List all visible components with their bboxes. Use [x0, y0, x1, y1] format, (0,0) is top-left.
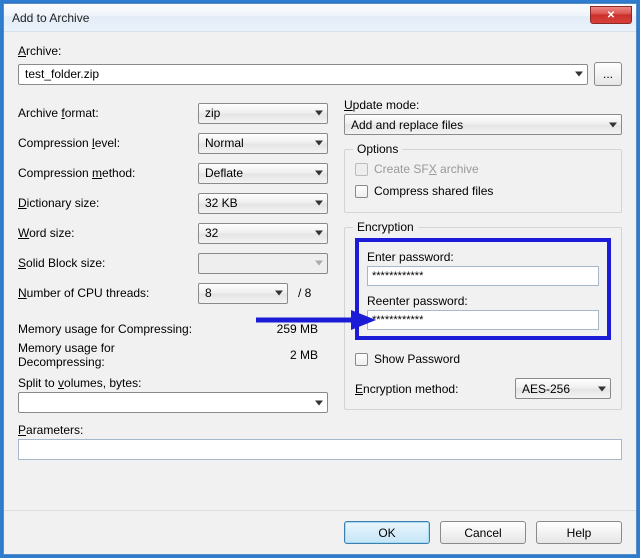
archive-label: Archive:	[18, 44, 61, 58]
chevron-down-icon	[315, 171, 323, 176]
help-button[interactable]: Help	[536, 521, 622, 544]
left-column: Archive format: zip Compression level: N…	[18, 98, 328, 413]
dropdown-update-mode[interactable]: Add and replace files	[344, 114, 622, 135]
encryption-highlight: Enter password: Reenter password:	[355, 238, 611, 340]
chevron-down-icon	[315, 231, 323, 236]
dialog-window: Add to Archive ✕ Archive: test_folder.zi…	[3, 3, 637, 555]
label-enter-password: Enter password:	[367, 250, 599, 264]
chevron-down-icon	[315, 141, 323, 146]
close-button[interactable]: ✕	[590, 6, 632, 24]
row-update-mode: Update mode: Add and replace files	[344, 98, 622, 135]
row-cpu-threads: Number of CPU threads: 8 / 8	[18, 278, 328, 308]
label-solid-block-size: Solid Block size:	[18, 256, 198, 270]
input-parameters[interactable]	[18, 439, 622, 460]
label-sfx: Create SFX archive	[374, 162, 479, 176]
row-word-size: Word size: 32	[18, 218, 328, 248]
label-mem-compress: Memory usage for Compressing:	[18, 322, 192, 336]
checkbox-show-password[interactable]	[355, 353, 368, 366]
browse-label: ...	[603, 67, 613, 81]
label-split-volumes: Split to volumes, bytes:	[18, 376, 141, 390]
right-column: Update mode: Add and replace files Optio…	[344, 98, 622, 413]
row-mem-compress: Memory usage for Compressing: 259 MB	[18, 316, 328, 342]
label-show-password: Show Password	[374, 352, 460, 366]
row-compression-method: Compression method: Deflate	[18, 158, 328, 188]
label-archive-format: Archive format:	[18, 106, 198, 120]
input-enter-password[interactable]	[367, 266, 599, 286]
label-compression-level: Compression level:	[18, 136, 198, 150]
groupbox-encryption: Encryption Enter password: Reenter passw…	[344, 227, 622, 410]
dropdown-solid-block-size	[198, 253, 328, 274]
chevron-down-icon	[315, 201, 323, 206]
dropdown-compression-level[interactable]: Normal	[198, 133, 328, 154]
dropdown-cpu-threads[interactable]: 8	[198, 283, 288, 304]
label-parameters: Parameters:	[18, 423, 83, 437]
dropdown-dictionary-size[interactable]: 32 KB	[198, 193, 328, 214]
value-mem-decompress: 2 MB	[201, 348, 328, 362]
checkbox-row-sfx: Create SFX archive	[355, 158, 611, 180]
dropdown-archive-format[interactable]: zip	[198, 103, 328, 124]
row-archive-format: Archive format: zip	[18, 98, 328, 128]
label-reenter-password: Reenter password:	[367, 294, 599, 308]
row-solid-block-size: Solid Block size:	[18, 248, 328, 278]
legend-encryption: Encryption	[353, 220, 418, 234]
archive-path-combo[interactable]: test_folder.zip	[18, 64, 588, 85]
legend-options: Options	[353, 142, 402, 156]
value-mem-compress: 259 MB	[198, 322, 328, 336]
chevron-down-icon	[315, 261, 323, 266]
ok-button[interactable]: OK	[344, 521, 430, 544]
dropdown-word-size[interactable]: 32	[198, 223, 328, 244]
chevron-down-icon	[315, 111, 323, 116]
chevron-down-icon	[275, 291, 283, 296]
checkbox-row-shared: Compress shared files	[355, 180, 611, 202]
dropdown-compression-method[interactable]: Deflate	[198, 163, 328, 184]
checkbox-shared[interactable]	[355, 185, 368, 198]
chevron-down-icon	[575, 72, 583, 77]
chevron-down-icon	[598, 386, 606, 391]
checkbox-sfx	[355, 163, 368, 176]
chevron-down-icon	[609, 122, 617, 127]
checkbox-row-show-password: Show Password	[355, 348, 611, 370]
cpu-threads-max: / 8	[298, 286, 311, 300]
row-parameters: Parameters:	[18, 423, 622, 460]
close-icon: ✕	[607, 10, 615, 21]
input-reenter-password[interactable]	[367, 310, 599, 330]
label-encryption-method: Encryption method:	[355, 382, 515, 396]
dropdown-split-volumes[interactable]	[18, 392, 328, 413]
groupbox-options: Options Create SFX archive Compress shar…	[344, 149, 622, 213]
chevron-down-icon	[315, 400, 323, 405]
label-word-size: Word size:	[18, 226, 198, 240]
dropdown-encryption-method[interactable]: AES-256	[515, 378, 611, 399]
row-compression-level: Compression level: Normal	[18, 128, 328, 158]
label-update-mode: Update mode:	[344, 98, 622, 112]
dialog-buttons: OK Cancel Help	[4, 510, 636, 554]
label-cpu-threads: Number of CPU threads:	[18, 286, 198, 300]
cancel-button[interactable]: Cancel	[440, 521, 526, 544]
label-shared: Compress shared files	[374, 184, 493, 198]
row-encryption-method: Encryption method: AES-256	[355, 378, 611, 399]
row-mem-decompress: Memory usage for Decompressing: 2 MB	[18, 342, 328, 368]
archive-label-row: Archive:	[18, 44, 622, 58]
row-dictionary-size: Dictionary size: 32 KB	[18, 188, 328, 218]
browse-button[interactable]: ...	[594, 62, 622, 86]
archive-path-value: test_folder.zip	[25, 67, 99, 81]
window-title: Add to Archive	[12, 11, 89, 25]
label-dictionary-size: Dictionary size:	[18, 196, 198, 210]
label-compression-method: Compression method:	[18, 166, 198, 180]
row-split-volumes: Split to volumes, bytes:	[18, 376, 328, 413]
dialog-content: Archive: test_folder.zip ... Archive for…	[4, 32, 636, 510]
label-mem-decompress: Memory usage for Decompressing:	[18, 341, 201, 369]
titlebar: Add to Archive ✕	[4, 4, 636, 32]
